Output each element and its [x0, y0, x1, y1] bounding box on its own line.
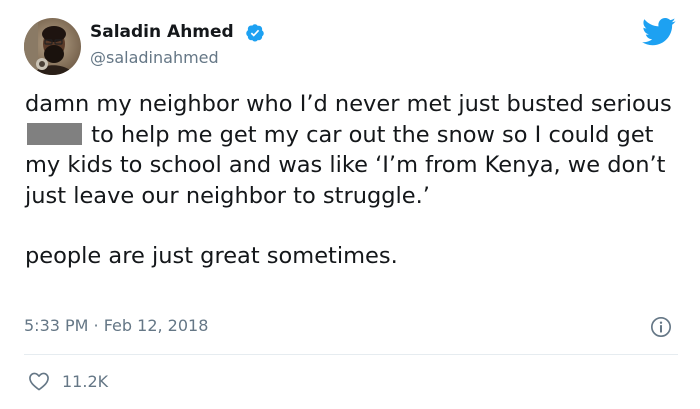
avatar-image: [24, 18, 81, 75]
divider: [24, 354, 678, 355]
tweet-text-segment: to help me get my car out the snow so I …: [25, 121, 666, 209]
redacted-word: [27, 122, 82, 145]
tweet-paragraph: people are just great sometimes.: [25, 243, 398, 269]
tweet-card: Saladin Ahmed @saladinahmed damn my neig…: [0, 0, 700, 409]
author-name[interactable]: Saladin Ahmed: [90, 22, 234, 42]
info-icon[interactable]: [650, 316, 672, 338]
tweet-text-segment: damn my neighbor who I’d never met just …: [25, 91, 672, 117]
like-count[interactable]: 11.2K: [62, 372, 108, 391]
heart-icon[interactable]: [28, 371, 50, 391]
verified-badge-icon: [246, 24, 264, 42]
twitter-bird-icon[interactable]: [642, 17, 676, 47]
author-handle[interactable]: @saladinahmed: [90, 48, 219, 67]
tweet-paragraph: damn my neighbor who I’d never met just …: [25, 89, 685, 211]
tweet-body: damn my neighbor who I’d never met just …: [25, 89, 685, 272]
tweet-timestamp[interactable]: 5:33 PM · Feb 12, 2018: [24, 316, 208, 335]
avatar[interactable]: [24, 18, 81, 75]
